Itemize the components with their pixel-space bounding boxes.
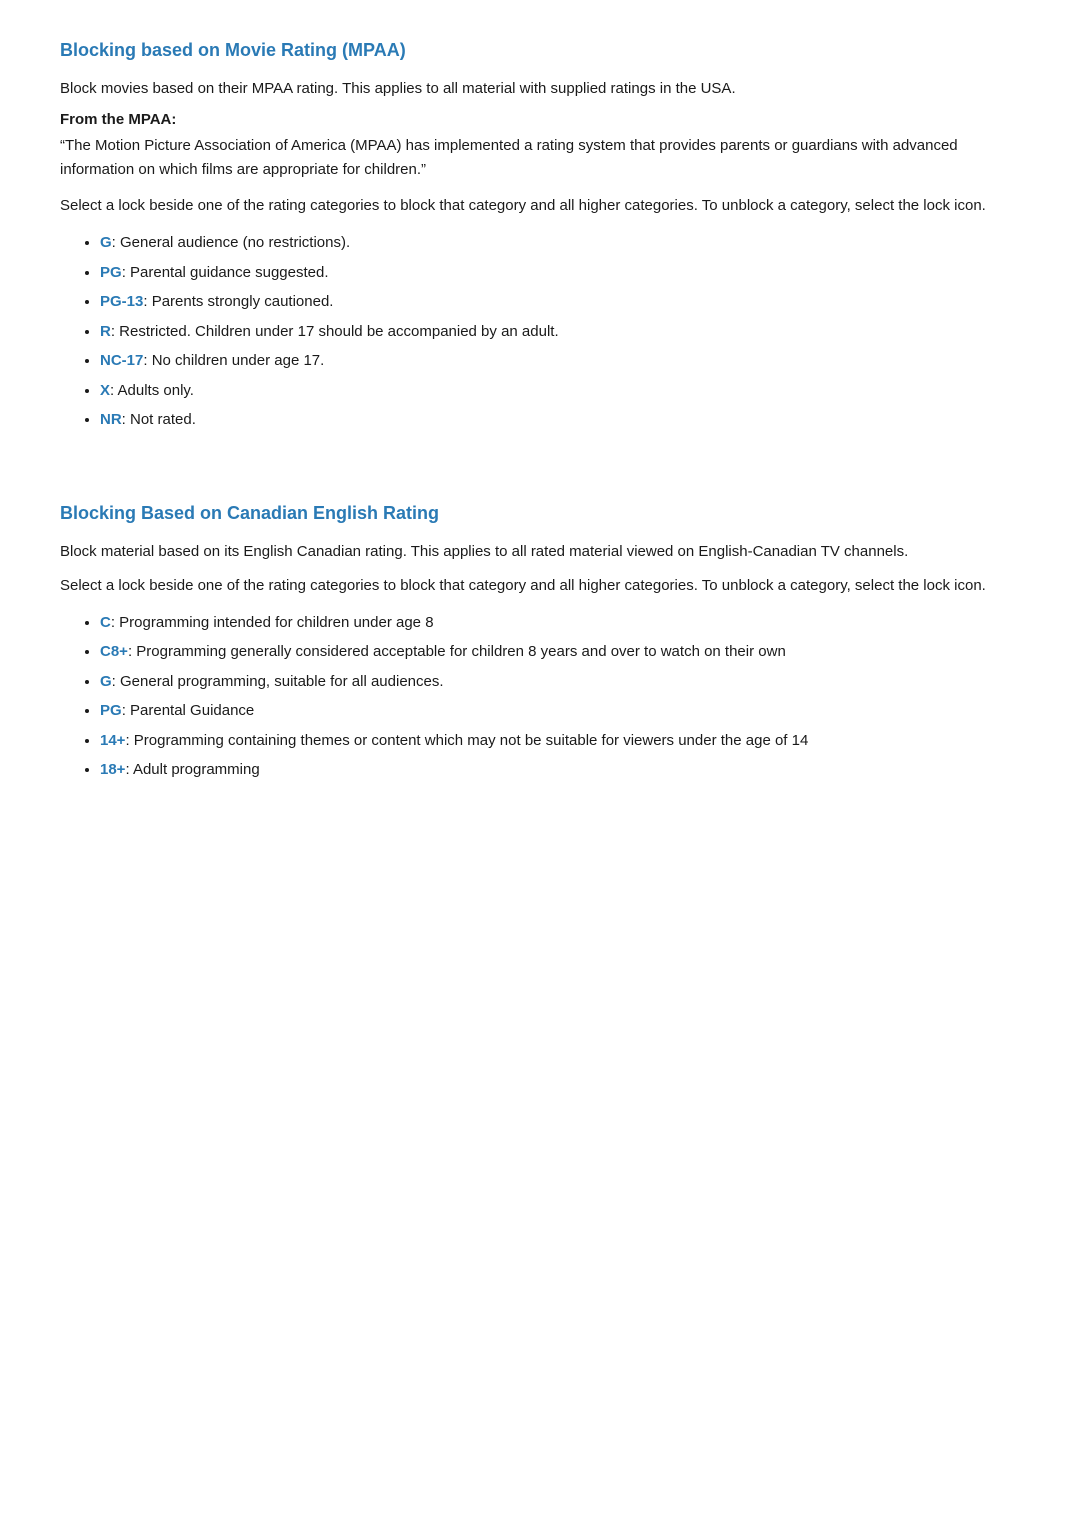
rating-desc-pg: : Parental guidance suggested. [122,264,329,281]
rating-code-18plus: 18+ [100,761,125,778]
list-item: X: Adults only. [100,378,1020,404]
canadian-intro-text: Block material based on its English Cana… [60,540,1020,564]
rating-desc-g: : General audience (no restrictions). [112,234,350,251]
rating-desc-pg13: : Parents strongly cautioned. [143,293,333,310]
rating-code-c8plus: C8+ [100,643,128,660]
rating-desc-14plus: : Programming containing themes or conte… [125,732,808,749]
list-item: 18+: Adult programming [100,757,1020,783]
list-item: PG: Parental guidance suggested. [100,260,1020,286]
list-item: C: Programming intended for children und… [100,610,1020,636]
list-item: PG: Parental Guidance [100,698,1020,724]
list-item: R: Restricted. Children under 17 should … [100,319,1020,345]
rating-code-x: X [100,382,110,399]
list-item: PG-13: Parents strongly cautioned. [100,289,1020,315]
rating-code-g-can: G [100,673,112,690]
mpaa-ratings-list: G: General audience (no restrictions). P… [60,230,1020,433]
rating-desc-c: : Programming intended for children unde… [111,614,434,631]
rating-desc-18plus: : Adult programming [125,761,259,778]
rating-desc-nc17: : No children under age 17. [143,352,324,369]
mpaa-section-title: Blocking based on Movie Rating (MPAA) [60,40,1020,61]
list-item: 14+: Programming containing themes or co… [100,728,1020,754]
rating-code-pg-can: PG [100,702,122,719]
rating-code-pg: PG [100,264,122,281]
rating-desc-g-can: : General programming, suitable for all … [112,673,444,690]
mpaa-section: Blocking based on Movie Rating (MPAA) Bl… [60,40,1020,433]
section-divider [60,473,1020,503]
list-item: G: General audience (no restrictions). [100,230,1020,256]
rating-desc-r: : Restricted. Children under 17 should b… [111,323,559,340]
list-item: NC-17: No children under age 17. [100,348,1020,374]
rating-code-g: G [100,234,112,251]
rating-desc-pg-can: : Parental Guidance [122,702,255,719]
mpaa-instruction: Select a lock beside one of the rating c… [60,194,1020,218]
rating-code-nr: NR [100,411,122,428]
canadian-instruction: Select a lock beside one of the rating c… [60,574,1020,598]
rating-code-14plus: 14+ [100,732,125,749]
rating-code-r: R [100,323,111,340]
rating-desc-nr: : Not rated. [122,411,196,428]
rating-code-pg13: PG-13 [100,293,143,310]
canadian-section: Blocking Based on Canadian English Ratin… [60,503,1020,783]
mpaa-intro-text: Block movies based on their MPAA rating.… [60,77,1020,101]
list-item: G: General programming, suitable for all… [100,669,1020,695]
rating-code-nc17: NC-17 [100,352,143,369]
rating-desc-c8plus: : Programming generally considered accep… [128,643,786,660]
mpaa-from-label: From the MPAA: [60,111,1020,128]
list-item: NR: Not rated. [100,407,1020,433]
canadian-ratings-list: C: Programming intended for children und… [60,610,1020,783]
rating-code-c: C [100,614,111,631]
mpaa-quote: “The Motion Picture Association of Ameri… [60,134,1020,182]
rating-desc-x: : Adults only. [110,382,194,399]
canadian-section-title: Blocking Based on Canadian English Ratin… [60,503,1020,524]
list-item: C8+: Programming generally considered ac… [100,639,1020,665]
